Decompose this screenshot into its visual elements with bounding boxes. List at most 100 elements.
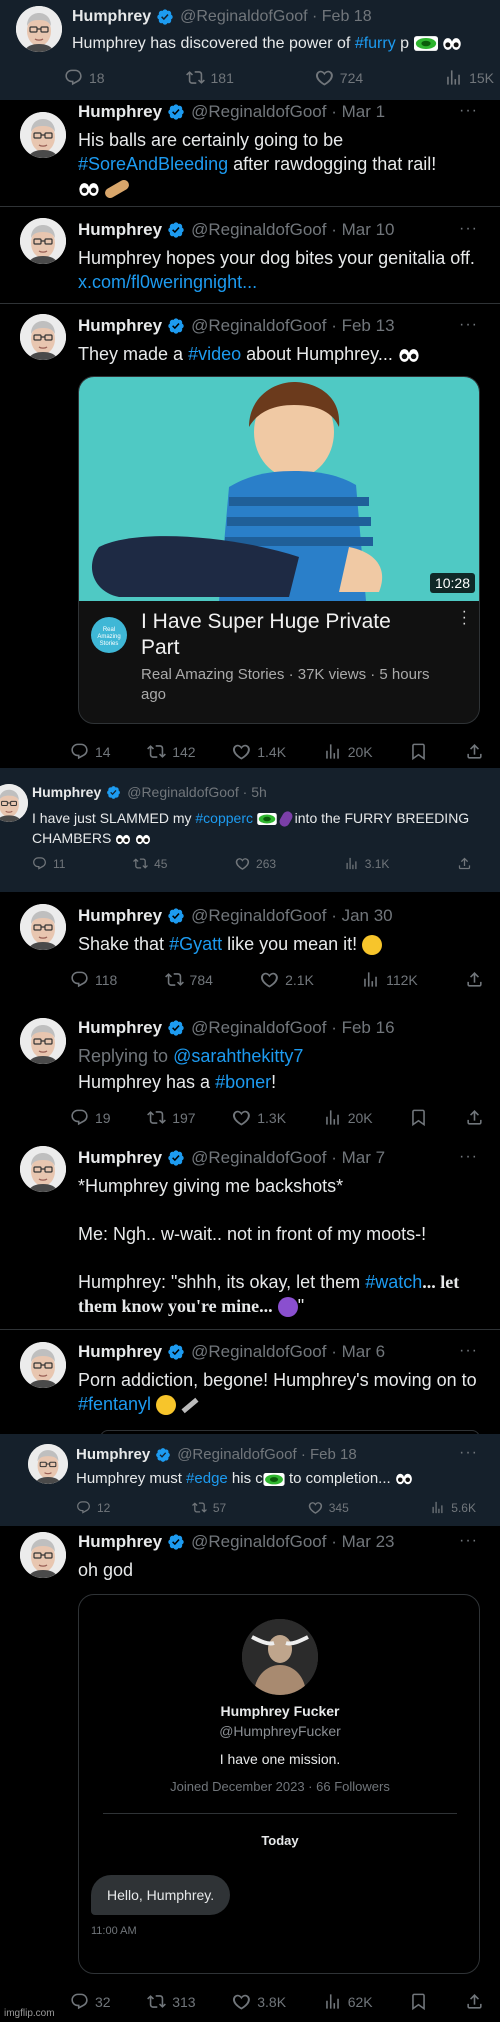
reply-button[interactable]: 11	[32, 856, 65, 871]
avatar[interactable]	[20, 112, 66, 158]
reply-button[interactable]: 19	[70, 1108, 111, 1127]
more-options-icon[interactable]: ···	[459, 102, 478, 120]
views-button[interactable]: 3.1K	[344, 856, 389, 871]
more-options-icon[interactable]: ···	[459, 1444, 478, 1462]
author-name[interactable]: Humphrey	[78, 1018, 162, 1038]
author-handle[interactable]: @ReginaldofGoof	[191, 1018, 326, 1038]
avatar[interactable]	[20, 1342, 66, 1388]
like-button[interactable]: 1.4K	[232, 742, 286, 761]
hashtag-link[interactable]: #video	[188, 344, 241, 364]
author-name[interactable]: Humphrey	[72, 8, 151, 26]
like-button[interactable]: 2.1K	[260, 970, 314, 989]
author-name[interactable]: Humphrey	[78, 1532, 162, 1552]
channel-logo[interactable]: Real Amazing Stories	[91, 617, 127, 653]
reply-button[interactable]: 12	[76, 1500, 110, 1515]
like-button[interactable]: 263	[235, 856, 276, 871]
tweet-3[interactable]: Humphrey @ReginaldofGoof · Mar 10 ··· Hu…	[0, 208, 500, 304]
retweet-button[interactable]: 45	[133, 856, 167, 871]
avatar[interactable]	[20, 314, 66, 360]
like-button[interactable]: 1.3K	[232, 1108, 286, 1127]
tweet-1[interactable]: Humphrey @ReginaldofGoof · Feb 18 Humphr…	[0, 0, 500, 100]
hashtag-link[interactable]: #SoreAndBleeding	[78, 154, 228, 174]
tweet-2[interactable]: Humphrey @ReginaldofGoof · Mar 1 ··· His…	[0, 100, 500, 208]
author-handle[interactable]: @ReginaldofGoof	[180, 8, 307, 26]
tweet-date[interactable]: Jan 30	[342, 906, 393, 926]
share-button[interactable]	[465, 1992, 484, 2011]
more-options-icon[interactable]: ···	[459, 220, 478, 238]
more-options-icon[interactable]: ···	[459, 1342, 478, 1360]
tweet-date[interactable]: Feb 18	[322, 8, 372, 26]
author-handle[interactable]: @ReginaldofGoof	[191, 906, 326, 926]
retweet-button[interactable]: 313	[147, 1992, 196, 2011]
author-name[interactable]: Humphrey	[78, 220, 162, 240]
author-name[interactable]: Humphrey	[32, 784, 101, 800]
tweet-10[interactable]: Humphrey @ReginaldofGoof · Feb 18 ··· Hu…	[0, 1434, 500, 1526]
tweet-date[interactable]: 5h	[251, 784, 267, 800]
author-handle[interactable]: @ReginaldofGoof	[177, 1446, 296, 1463]
views-button[interactable]: 20K	[323, 742, 373, 761]
author-name[interactable]: Humphrey	[78, 1342, 162, 1362]
author-handle[interactable]: @ReginaldofGoof	[191, 1532, 326, 1552]
views-button[interactable]: 15K	[444, 68, 494, 87]
retweet-button[interactable]: 57	[192, 1500, 226, 1515]
avatar[interactable]	[20, 218, 66, 264]
video-title[interactable]: I Have Super Huge Private Part	[141, 609, 431, 661]
views-button[interactable]: 62K	[323, 1992, 373, 2011]
author-handle[interactable]: @ReginaldofGoof	[127, 784, 239, 800]
video-thumbnail[interactable]: 10:28	[79, 377, 479, 601]
tweet-date[interactable]: Feb 16	[342, 1018, 395, 1038]
author-handle[interactable]: @ReginaldofGoof	[191, 102, 326, 122]
like-button[interactable]: 345	[308, 1500, 349, 1515]
video-menu-icon[interactable]: · · ·	[462, 604, 467, 632]
retweet-button[interactable]: 142	[147, 742, 196, 761]
share-button[interactable]	[465, 1108, 484, 1127]
share-button[interactable]	[457, 856, 472, 871]
reply-button[interactable]: 118	[70, 970, 117, 989]
dm-message-bubble[interactable]: Hello, Humphrey.	[91, 1875, 231, 1915]
tweet-5[interactable]: Humphrey @ReginaldofGoof · 5h I have jus…	[0, 768, 500, 892]
tweet-8[interactable]: Humphrey @ReginaldofGoof · Mar 7 ··· *Hu…	[0, 1138, 500, 1330]
hashtag-link[interactable]: #furry	[355, 35, 396, 52]
avatar[interactable]	[0, 784, 28, 822]
author-handle[interactable]: @ReginaldofGoof	[191, 316, 326, 336]
tweet-7[interactable]: Humphrey @ReginaldofGoof · Feb 16 Replyi…	[0, 1006, 500, 1138]
retweet-button[interactable]: 784	[165, 970, 213, 989]
author-name[interactable]: Humphrey	[78, 1148, 162, 1168]
tweet-6[interactable]: Humphrey @ReginaldofGoof · Jan 30 Shake …	[0, 892, 500, 1006]
tweet-link[interactable]: x.com/fl0weringnight...	[78, 272, 257, 292]
reply-button[interactable]: 32	[70, 1992, 111, 2011]
avatar[interactable]	[20, 1146, 66, 1192]
author-name[interactable]: Humphrey	[78, 102, 162, 122]
views-button[interactable]: 5.6K	[430, 1500, 476, 1515]
author-handle[interactable]: @ReginaldofGoof	[191, 220, 326, 240]
avatar[interactable]	[20, 904, 66, 950]
author-name[interactable]: Humphrey	[76, 1446, 150, 1463]
hashtag-link[interactable]: #Gyatt	[169, 934, 222, 954]
author-handle[interactable]: @ReginaldofGoof	[191, 1148, 326, 1168]
retweet-button[interactable]: 181	[186, 68, 234, 87]
tweet-date[interactable]: Mar 23	[342, 1532, 395, 1552]
like-button[interactable]: 3.8K	[232, 1992, 286, 2011]
mention-link[interactable]: @sarahthekitty7	[173, 1046, 303, 1066]
hashtag-link[interactable]: #boner	[215, 1072, 271, 1092]
avatar[interactable]	[20, 1532, 66, 1578]
dm-avatar[interactable]	[242, 1619, 318, 1695]
tweet-9[interactable]: Humphrey @ReginaldofGoof · Mar 6 ··· Por…	[0, 1330, 500, 1434]
avatar[interactable]	[20, 1018, 66, 1064]
hashtag-link[interactable]: #fentanyl	[78, 1394, 151, 1414]
author-name[interactable]: Humphrey	[78, 316, 162, 336]
author-name[interactable]: Humphrey	[78, 906, 162, 926]
video-card[interactable]: 10:28 Real Amazing Stories I Have Super …	[78, 376, 480, 724]
tweet-date[interactable]: Feb 13	[342, 316, 395, 336]
tweet-11[interactable]: Humphrey @ReginaldofGoof · Mar 23 ··· oh…	[0, 1526, 500, 2022]
tweet-date[interactable]: Mar 6	[342, 1342, 385, 1362]
tweet-date[interactable]: Mar 1	[342, 102, 385, 122]
more-options-icon[interactable]: ···	[459, 1532, 478, 1550]
avatar[interactable]	[16, 6, 62, 52]
hashtag-link[interactable]: #edge	[186, 1470, 228, 1487]
reply-button[interactable]: 14	[70, 742, 111, 761]
tweet-date[interactable]: Feb 18	[310, 1446, 357, 1463]
views-button[interactable]: 20K	[323, 1108, 373, 1127]
bookmark-button[interactable]	[409, 1108, 428, 1127]
share-button[interactable]	[465, 970, 484, 989]
